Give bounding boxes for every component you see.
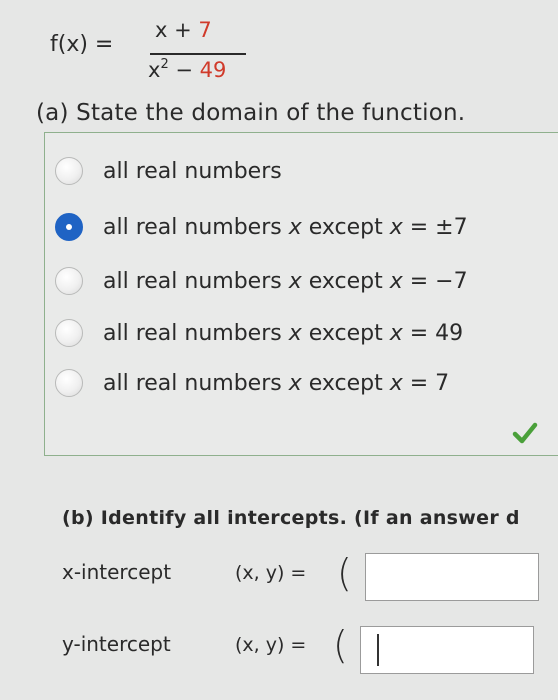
radio-button-selected[interactable] [55, 213, 83, 241]
option-label: all real numbers x except x = 49 [103, 320, 464, 346]
text-cursor [377, 634, 379, 666]
x-intercept-label: x-intercept [62, 560, 172, 584]
fraction-bar [150, 53, 246, 55]
checkmark-icon [512, 422, 538, 444]
radio-button[interactable] [55, 319, 83, 347]
option-except-49[interactable]: all real numbers x except x = 49 [55, 316, 463, 350]
option-label: all real numbers x except x = ±7 [103, 214, 468, 240]
option-except-plus-minus-7[interactable]: all real numbers x except x = ±7 [55, 210, 468, 244]
y-intercept-input[interactable] [360, 626, 534, 674]
x-intercept-coord-label: (x, y) = [235, 562, 307, 584]
x-intercept-input[interactable] [365, 553, 539, 601]
option-label: all real numbers [103, 158, 282, 184]
radio-button[interactable] [55, 267, 83, 295]
fraction-numerator: x + 7 [155, 18, 212, 42]
fraction-denominator: x2 − 49 [148, 57, 227, 82]
question-a: (a) State the domain of the function. [36, 100, 466, 126]
open-paren: ( [337, 551, 352, 595]
y-intercept-label: y-intercept [62, 632, 171, 656]
radio-button[interactable] [55, 369, 83, 397]
option-except-7[interactable]: all real numbers x except x = 7 [55, 366, 449, 400]
function-name: f(x) = [50, 32, 114, 57]
question-b: (b) Identify all intercepts. (If an answ… [62, 507, 520, 529]
option-label: all real numbers x except x = 7 [103, 370, 450, 396]
option-all-real[interactable]: all real numbers [55, 154, 282, 188]
open-paren: ( [333, 623, 348, 667]
option-except-minus-7[interactable]: all real numbers x except x = −7 [55, 264, 468, 298]
option-label: all real numbers x except x = −7 [103, 268, 468, 294]
radio-button[interactable] [55, 157, 83, 185]
y-intercept-coord-label: (x, y) = [235, 634, 307, 656]
